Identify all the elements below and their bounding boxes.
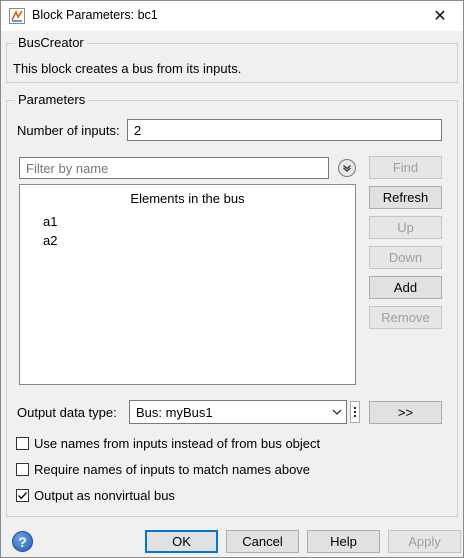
require-names-match-checkbox[interactable]: Require names of inputs to match names a… xyxy=(16,460,310,478)
add-button[interactable]: Add xyxy=(369,276,442,299)
checkbox-box[interactable] xyxy=(16,462,29,476)
block-description-text: This block creates a bus from its inputs… xyxy=(13,61,242,76)
bus-elements-list[interactable]: Elements in the bus a1 a2 xyxy=(19,184,356,385)
find-button[interactable]: Find xyxy=(369,156,442,179)
use-names-from-inputs-label: Use names from inputs instead of from bu… xyxy=(34,435,321,451)
window-title: Block Parameters: bc1 xyxy=(32,8,158,22)
close-icon: ✕ xyxy=(433,8,447,25)
checkmark-icon xyxy=(18,491,28,499)
title-bar: Block Parameters: bc1 ✕ xyxy=(1,1,463,31)
help-button[interactable]: Help xyxy=(307,530,380,553)
chevron-down-icon xyxy=(332,409,342,415)
filter-options-button[interactable] xyxy=(338,159,356,177)
parameters-label: Parameters xyxy=(15,92,89,107)
checkbox-box[interactable] xyxy=(16,488,29,502)
ok-button[interactable]: OK xyxy=(145,530,218,553)
use-names-from-inputs-checkbox[interactable]: Use names from inputs instead of from bu… xyxy=(16,434,320,452)
output-nonvirtual-bus-label: Output as nonvirtual bus xyxy=(34,487,175,503)
elements-list-header: Elements in the bus xyxy=(130,191,245,206)
close-button[interactable]: ✕ xyxy=(417,1,463,31)
output-nonvirtual-bus-checkbox[interactable]: Output as nonvirtual bus xyxy=(16,486,175,504)
number-of-inputs-field[interactable] xyxy=(127,119,442,141)
help-icon[interactable]: ? xyxy=(12,531,33,552)
output-data-type-value: Bus: myBus1 xyxy=(136,405,213,420)
output-data-type-select[interactable]: Bus: myBus1 xyxy=(129,400,347,424)
cancel-button[interactable]: Cancel xyxy=(226,530,299,553)
block-parameters-dialog: Block Parameters: bc1 ✕ BusCreator This … xyxy=(0,0,464,558)
output-data-type-label: Output data type: xyxy=(17,405,117,420)
dot-icon xyxy=(354,415,356,417)
apply-button[interactable]: Apply xyxy=(388,530,461,553)
list-item-a2[interactable]: a2 xyxy=(43,233,57,248)
refresh-button[interactable]: Refresh xyxy=(369,186,442,209)
require-names-match-label: Require names of inputs to match names a… xyxy=(34,461,311,477)
remove-button[interactable]: Remove xyxy=(369,306,442,329)
up-button[interactable]: Up xyxy=(369,216,442,239)
checkbox-box[interactable] xyxy=(16,436,29,450)
number-of-inputs-label: Number of inputs: xyxy=(17,123,120,138)
chevron-down-icon xyxy=(343,165,351,172)
data-type-options-button[interactable] xyxy=(350,401,360,423)
list-item-a1[interactable]: a1 xyxy=(43,214,57,229)
data-type-assistant-button[interactable]: >> xyxy=(369,401,442,424)
dot-icon xyxy=(354,411,356,413)
block-type-label: BusCreator xyxy=(15,35,87,50)
filter-by-name-input[interactable] xyxy=(19,157,329,179)
simulink-app-icon xyxy=(9,8,25,24)
down-button[interactable]: Down xyxy=(369,246,442,269)
dot-icon xyxy=(354,407,356,409)
